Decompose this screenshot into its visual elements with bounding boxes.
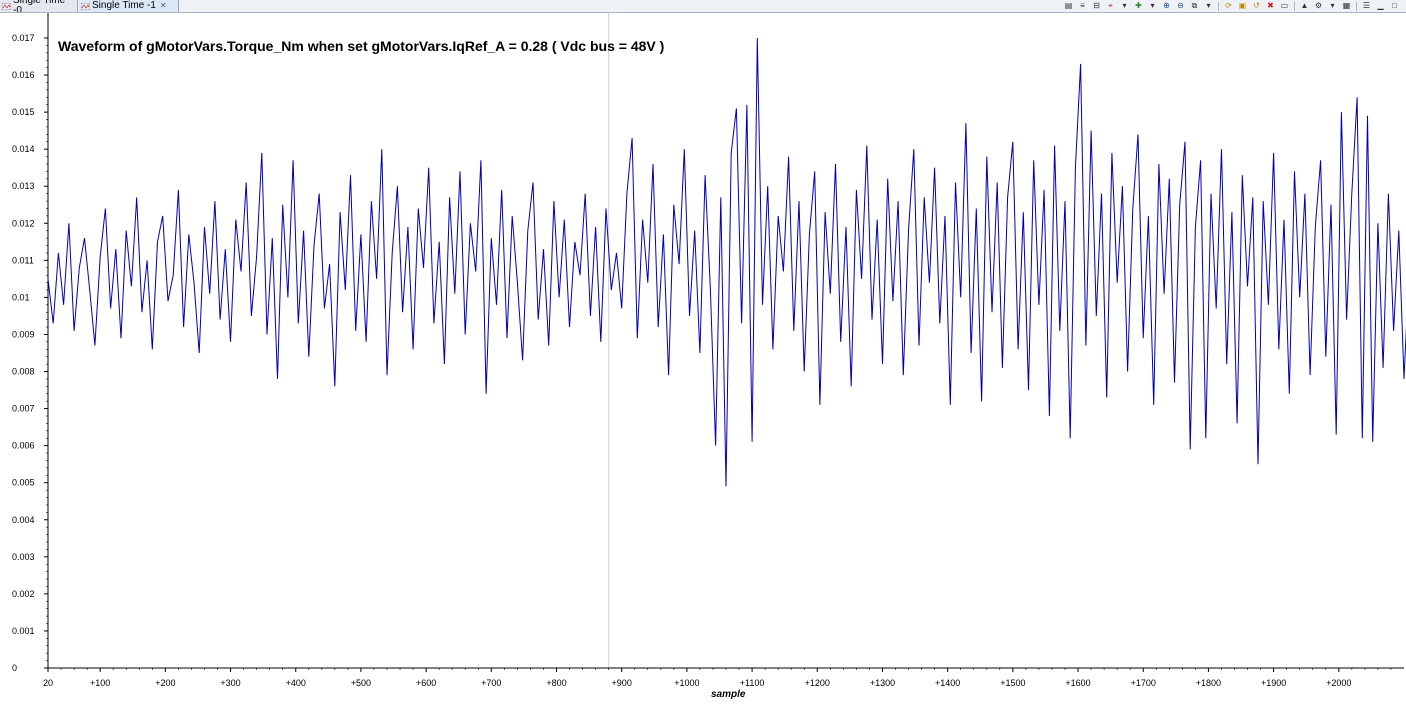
toolbar: ▤ ≡ ⊟ ⌖ ▾ ✚ ▾ ⊕ ⊖ ⧉ ▾ ⟳ ▣ ↺ ✖ ▭ ▲ ⚙ ▾ ▦ … bbox=[1063, 0, 1400, 12]
toolbar-separator bbox=[1294, 1, 1295, 11]
y-tick-label: 0.01 bbox=[12, 292, 30, 302]
waveform-chart[interactable]: 0 0.001 0.002 0.003 0.004 0.005 0.006 0.007 0.00… bbox=[0, 13, 1406, 705]
add-measure-icon[interactable]: ✚ bbox=[1133, 2, 1144, 11]
x-tick-label: +300 bbox=[220, 678, 240, 688]
x-tick-label: +800 bbox=[546, 678, 566, 688]
y-tick-label: 0.009 bbox=[12, 329, 35, 339]
y-tick-label: 0.013 bbox=[12, 181, 35, 191]
align-left-icon[interactable]: ≡ bbox=[1077, 2, 1088, 11]
tab-single-time-1[interactable]: Single Time -1 ✕ bbox=[79, 0, 179, 12]
x-tick-label: +600 bbox=[416, 678, 436, 688]
x-tick-label: +700 bbox=[481, 678, 501, 688]
x-tick-label: +200 bbox=[155, 678, 175, 688]
y-tick-label: 0.004 bbox=[12, 515, 35, 525]
tab-bar: Single Time -0 Single Time -1 ✕ ▤ ≡ ⊟ ⌖ … bbox=[0, 0, 1406, 13]
tab-single-time-0[interactable]: Single Time -0 bbox=[0, 0, 78, 12]
y-tick-label: 0.015 bbox=[12, 107, 35, 117]
zoom-out-icon[interactable]: ⊖ bbox=[1175, 2, 1186, 11]
minimize-icon[interactable]: ▁ bbox=[1375, 2, 1386, 11]
refresh-icon[interactable]: ⟳ bbox=[1223, 2, 1234, 11]
dropdown-icon[interactable]: ▾ bbox=[1147, 2, 1158, 11]
x-tick-label: +1300 bbox=[870, 678, 895, 688]
pin-icon[interactable]: ▲ bbox=[1299, 2, 1310, 11]
reset-icon[interactable]: ↺ bbox=[1251, 2, 1262, 11]
pause-icon[interactable]: ▣ bbox=[1237, 2, 1248, 11]
waveform-series-line bbox=[47, 37, 1406, 487]
x-tick-label: 20 bbox=[43, 678, 53, 688]
toolbar-separator bbox=[1218, 1, 1219, 11]
x-axis-label: sample bbox=[711, 689, 746, 700]
waveform-icon bbox=[81, 2, 90, 10]
zoom-in-icon[interactable]: ⊕ bbox=[1161, 2, 1172, 11]
x-tick-label: +1200 bbox=[805, 678, 830, 688]
cursor-icon[interactable]: ⌖ bbox=[1105, 2, 1116, 11]
x-tick-label: +2000 bbox=[1326, 678, 1351, 688]
close-icon[interactable]: ✕ bbox=[160, 1, 167, 11]
layout-icon[interactable]: ▦ bbox=[1341, 2, 1352, 11]
x-tick-label: +1900 bbox=[1261, 678, 1286, 688]
menu-icon[interactable]: ☰ bbox=[1361, 2, 1372, 11]
dropdown-icon[interactable]: ▾ bbox=[1203, 2, 1214, 11]
zoom-fit-icon[interactable]: ⧉ bbox=[1189, 2, 1200, 11]
split-icon[interactable]: ⊟ bbox=[1091, 2, 1102, 11]
tab-label: Single Time -0 bbox=[13, 0, 66, 13]
delete-icon[interactable]: ✖ bbox=[1265, 2, 1276, 11]
align-icon[interactable]: ▤ bbox=[1063, 2, 1074, 11]
x-tick-label: +1000 bbox=[674, 678, 699, 688]
x-tick-label: +1700 bbox=[1131, 678, 1156, 688]
toolbar-separator bbox=[1356, 1, 1357, 11]
x-tick-label: +400 bbox=[286, 678, 306, 688]
y-tick-label: 0.001 bbox=[12, 626, 35, 636]
y-tick-label: 0.003 bbox=[12, 552, 35, 562]
x-tick-label: +900 bbox=[612, 678, 632, 688]
y-tick-label: 0.008 bbox=[12, 367, 35, 377]
y-tick-label: 0.012 bbox=[12, 218, 35, 228]
y-tick-label: 0.016 bbox=[12, 70, 35, 80]
y-tick-label: 0.011 bbox=[12, 255, 34, 265]
y-tick-label: 0 bbox=[12, 663, 17, 673]
settings-icon[interactable]: ⚙ bbox=[1313, 2, 1324, 11]
x-tick-label: +1500 bbox=[1000, 678, 1025, 688]
chart-title: Waveform of gMotorVars.Torque_Nm when se… bbox=[58, 38, 665, 54]
x-tick-label: +1600 bbox=[1065, 678, 1090, 688]
y-tick-label: 0.002 bbox=[12, 589, 35, 599]
x-tick-label: +500 bbox=[351, 678, 371, 688]
x-tick-label: +1400 bbox=[935, 678, 960, 688]
chart-area: 0 0.001 0.002 0.003 0.004 0.005 0.006 0.007 0.00… bbox=[0, 13, 1406, 705]
y-tick-label: 0.007 bbox=[12, 404, 35, 414]
dropdown-icon[interactable]: ▾ bbox=[1119, 2, 1130, 11]
x-tick-label: +1800 bbox=[1196, 678, 1221, 688]
maximize-icon[interactable]: □ bbox=[1389, 2, 1400, 11]
y-tick-label: 0.017 bbox=[12, 33, 35, 43]
waveform-icon bbox=[2, 2, 11, 10]
x-tick-label: +1100 bbox=[740, 678, 765, 688]
x-tick-label: +100 bbox=[90, 678, 110, 688]
export-icon[interactable]: ▭ bbox=[1279, 2, 1290, 11]
y-tick-label: 0.014 bbox=[12, 144, 35, 154]
dropdown-icon[interactable]: ▾ bbox=[1327, 2, 1338, 11]
y-tick-label: 0.005 bbox=[12, 478, 35, 488]
tab-label: Single Time -1 bbox=[92, 0, 156, 11]
y-tick-label: 0.006 bbox=[12, 441, 35, 451]
